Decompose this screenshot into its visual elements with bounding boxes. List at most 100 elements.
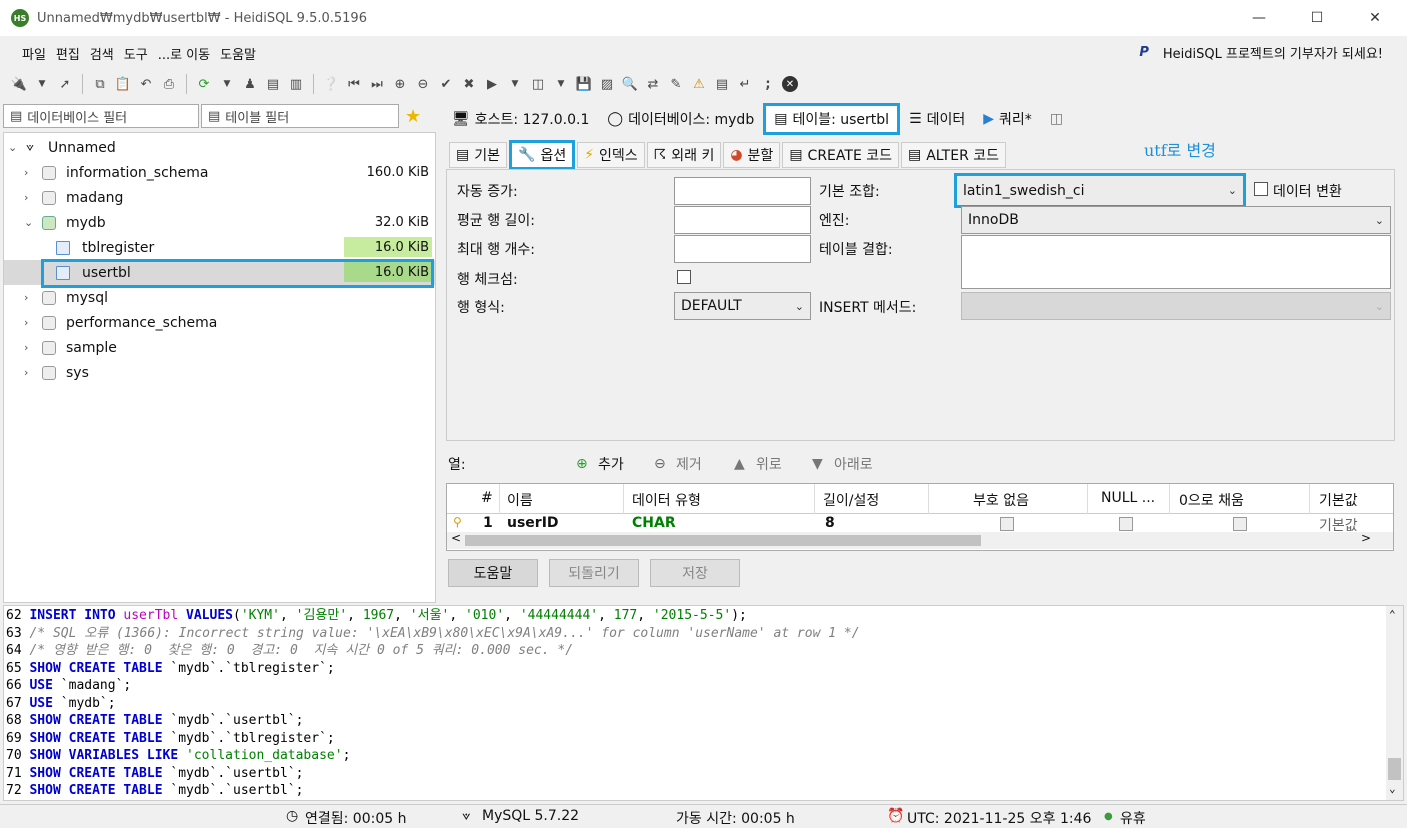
insert-record-icon[interactable]: ⊕ xyxy=(391,75,409,93)
tab-create-code[interactable]: ▤ CREATE 코드 xyxy=(782,142,899,168)
checksum-checkbox[interactable] xyxy=(677,270,691,284)
session-manager-icon[interactable]: 🔌 xyxy=(10,75,28,93)
unsigned-checkbox[interactable] xyxy=(1000,517,1014,531)
add-column-button[interactable]: 추가 xyxy=(598,454,624,474)
menu-goto[interactable]: ...로 이동 xyxy=(158,44,210,63)
scroll-up-icon[interactable]: ⌃ xyxy=(1389,608,1396,621)
chevron-down-icon[interactable]: ⌄ xyxy=(24,216,33,229)
chevron-right-icon[interactable]: › xyxy=(24,316,28,329)
convert-data-checkbox[interactable] xyxy=(1254,182,1268,196)
favorite-star-icon[interactable]: ★ xyxy=(405,106,421,127)
post-check-icon[interactable]: ✔ xyxy=(437,75,455,93)
chevron-right-icon[interactable]: › xyxy=(24,341,28,354)
save-sql-icon[interactable]: 💾 xyxy=(575,75,593,93)
dropdown-arrow-icon[interactable]: ▼ xyxy=(552,75,570,93)
tab-query[interactable]: ▶ 쿼리* xyxy=(974,105,1041,133)
edit-icon[interactable]: ✎ xyxy=(667,75,685,93)
remove-column-button[interactable]: 제거 xyxy=(676,454,702,474)
cancel-x-icon[interactable]: ✖ xyxy=(460,75,478,93)
menu-help[interactable]: 도움말 xyxy=(220,44,256,63)
tab-partitions[interactable]: ◕ 분할 xyxy=(723,142,781,168)
max-rows-input[interactable] xyxy=(674,235,811,263)
tree-root-unnamed[interactable]: ⌄ ⟇ Unnamed xyxy=(4,135,435,160)
union-tables-input[interactable] xyxy=(961,235,1391,289)
delete-record-icon[interactable]: ⊖ xyxy=(414,75,432,93)
tab-data[interactable]: ☰ 데이터 xyxy=(900,105,974,133)
auto-increment-input[interactable] xyxy=(674,177,811,205)
table-filter-input[interactable]: ▤ 테이블 필터 xyxy=(201,104,399,128)
tree-item-madang[interactable]: › madang xyxy=(4,185,435,210)
refresh-icon[interactable]: ⟳ xyxy=(195,75,213,93)
new-query-tab-button[interactable]: ◫ xyxy=(1041,105,1072,133)
engine-select[interactable]: InnoDB ⌄ xyxy=(961,206,1391,234)
tab-database[interactable]: ◯ 데이터베이스: mydb xyxy=(598,105,763,133)
chevron-right-icon[interactable]: › xyxy=(24,291,28,304)
scroll-down-icon[interactable]: ⌄ xyxy=(1389,782,1396,795)
tab-host[interactable]: 🖥 호스트: 127.0.0.1 xyxy=(443,105,598,133)
tab-basic[interactable]: ▤ 기본 xyxy=(449,142,507,168)
horizontal-scrollbar[interactable]: < > xyxy=(447,531,1393,549)
tab-indexes[interactable]: ⚡ 인덱스 xyxy=(577,142,645,168)
run-icon[interactable]: ▶ xyxy=(483,75,501,93)
tab-alter-code[interactable]: ▤ ALTER 코드 xyxy=(901,142,1007,168)
collation-select[interactable]: latin1_swedish_ci ⌄ xyxy=(954,173,1246,208)
scrollbar-thumb[interactable] xyxy=(465,535,981,546)
last-record-icon[interactable]: ⏭ xyxy=(368,75,386,93)
tree-item-information-schema[interactable]: › information_schema 160.0 KiB xyxy=(4,160,435,185)
tab-foreign-keys[interactable]: ☈ 외래 키 xyxy=(646,142,722,168)
database-filter-input[interactable]: ▤ 데이터베이스 필터 xyxy=(3,104,199,128)
save-button[interactable]: 저장 xyxy=(650,559,740,587)
header-allow-null[interactable]: NULL ... xyxy=(1101,490,1155,506)
header-name[interactable]: 이름 xyxy=(507,490,533,510)
allow-null-checkbox[interactable] xyxy=(1119,517,1133,531)
undo-icon[interactable]: ↶ xyxy=(137,75,155,93)
move-down-button[interactable]: 아래로 xyxy=(834,454,873,474)
move-up-button[interactable]: 위로 xyxy=(756,454,782,474)
header-type[interactable]: 데이터 유형 xyxy=(632,490,701,510)
header-num[interactable]: # xyxy=(481,490,493,506)
row-format-select[interactable]: DEFAULT ⌄ xyxy=(674,292,811,320)
header-zerofill[interactable]: 0으로 채움 xyxy=(1179,490,1244,510)
tree-item-sys[interactable]: › sys xyxy=(4,360,435,385)
tree-item-mysql[interactable]: › mysql xyxy=(4,285,435,310)
donate-link[interactable]: P HeidiSQL 프로젝트의 기부자가 되세요! xyxy=(1139,43,1393,62)
tab-options[interactable]: 🔧 옵션 xyxy=(509,140,576,170)
chevron-right-icon[interactable]: › xyxy=(24,366,28,379)
wrap-icon[interactable]: ↵ xyxy=(736,75,754,93)
header-unsigned[interactable]: 부호 없음 xyxy=(973,490,1029,510)
revert-button[interactable]: 되돌리기 xyxy=(549,559,639,587)
replace-icon[interactable]: ⇄ xyxy=(644,75,662,93)
vertical-scrollbar[interactable]: ⌃ ⌄ xyxy=(1386,606,1403,800)
tree-item-tblregister[interactable]: tblregister 16.0 KiB xyxy=(4,235,435,260)
find-icon[interactable]: 🔍 xyxy=(621,75,639,93)
stop-icon[interactable]: ✕ xyxy=(782,76,798,92)
export-icon[interactable]: ▤ xyxy=(264,75,282,93)
tab-table[interactable]: ▤ 테이블: usertbl xyxy=(763,103,901,135)
header-length[interactable]: 길이/설정 xyxy=(823,490,879,510)
help-button[interactable]: 도움말 xyxy=(448,559,538,587)
help-icon[interactable]: ❔ xyxy=(322,75,340,93)
scroll-right-icon[interactable]: > xyxy=(1361,531,1371,545)
header-default[interactable]: 기본값 xyxy=(1319,490,1358,510)
menu-edit[interactable]: 편집 xyxy=(56,44,80,63)
explain-icon[interactable]: ◫ xyxy=(529,75,547,93)
row-length[interactable]: 8 xyxy=(825,515,835,531)
minimize-button[interactable]: — xyxy=(1236,0,1282,36)
chevron-right-icon[interactable]: › xyxy=(24,166,28,179)
tree-item-usertbl[interactable]: usertbl 16.0 KiB xyxy=(4,259,435,288)
menu-tools[interactable]: 도구 xyxy=(124,44,148,63)
avg-row-length-input[interactable] xyxy=(674,206,811,234)
warning-icon[interactable]: ⚠ xyxy=(690,75,708,93)
semicolon-icon[interactable]: ; xyxy=(759,75,777,93)
copy-icon[interactable]: ⧉ xyxy=(91,75,109,93)
insert-method-select[interactable]: ⌄ xyxy=(961,292,1391,320)
maximize-button[interactable]: ☐ xyxy=(1294,0,1340,36)
tree-item-sample[interactable]: › sample xyxy=(4,335,435,360)
dropdown-arrow-icon[interactable]: ▼ xyxy=(218,75,236,93)
disconnect-icon[interactable]: ➚ xyxy=(56,75,74,93)
scroll-left-icon[interactable]: < xyxy=(451,531,461,545)
scrollbar-thumb[interactable] xyxy=(1388,758,1401,780)
zerofill-checkbox[interactable] xyxy=(1233,517,1247,531)
chevron-down-icon[interactable]: ⌄ xyxy=(8,141,17,154)
close-window-button[interactable]: ✕ xyxy=(1352,0,1398,36)
